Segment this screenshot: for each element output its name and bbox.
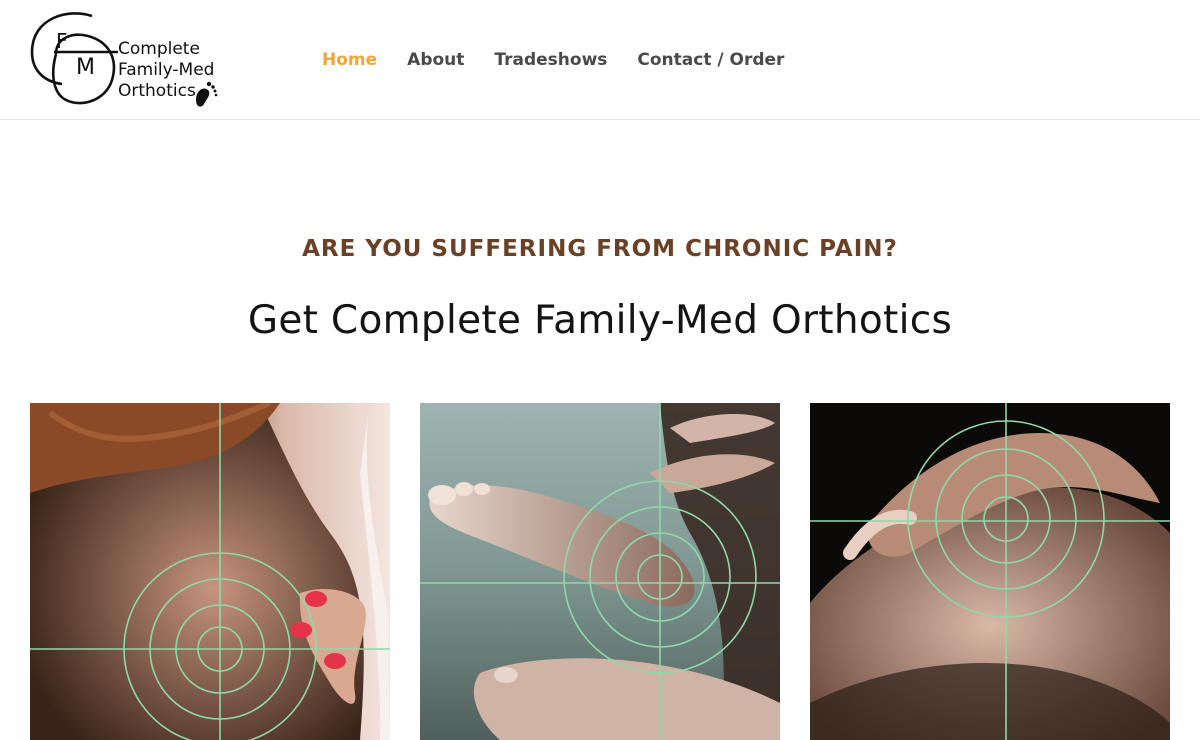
site-logo[interactable]: F M Complete Family-Med Orthotics [28,8,228,112]
hero-title: Get Complete Family-Med Orthotics [247,298,953,343]
foot-ankle-image [420,403,780,740]
nav-item-tradeshows[interactable]: Tradeshows [494,48,607,72]
tile-neck-shoulder[interactable] [30,403,390,740]
svg-text:M: M [76,55,95,80]
image-tiles [30,403,1170,740]
footprint-icon [196,81,218,107]
monogram-icon [30,12,118,105]
hero-kicker: ARE YOU SUFFERING FROM CHRONIC PAIN? [302,236,898,262]
svg-text:F: F [56,29,68,53]
nav-item-about[interactable]: About [407,48,464,72]
tile-foot-ankle[interactable] [420,403,780,740]
logo-line-3: Orthotics [118,81,196,101]
tile-knee[interactable] [810,403,1170,740]
neck-shoulder-image [30,403,390,740]
logo-line-1: Complete [118,39,200,59]
nav-item-home[interactable]: Home [322,48,377,72]
knee-image [810,403,1170,740]
nav-item-contact-order[interactable]: Contact / Order [637,48,784,72]
logo-line-2: Family-Med [118,60,214,80]
main-nav: Home About Tradeshows Contact / Order [322,48,814,72]
site-header: F M Complete Family-Med Orthotics Home A… [0,0,1200,120]
